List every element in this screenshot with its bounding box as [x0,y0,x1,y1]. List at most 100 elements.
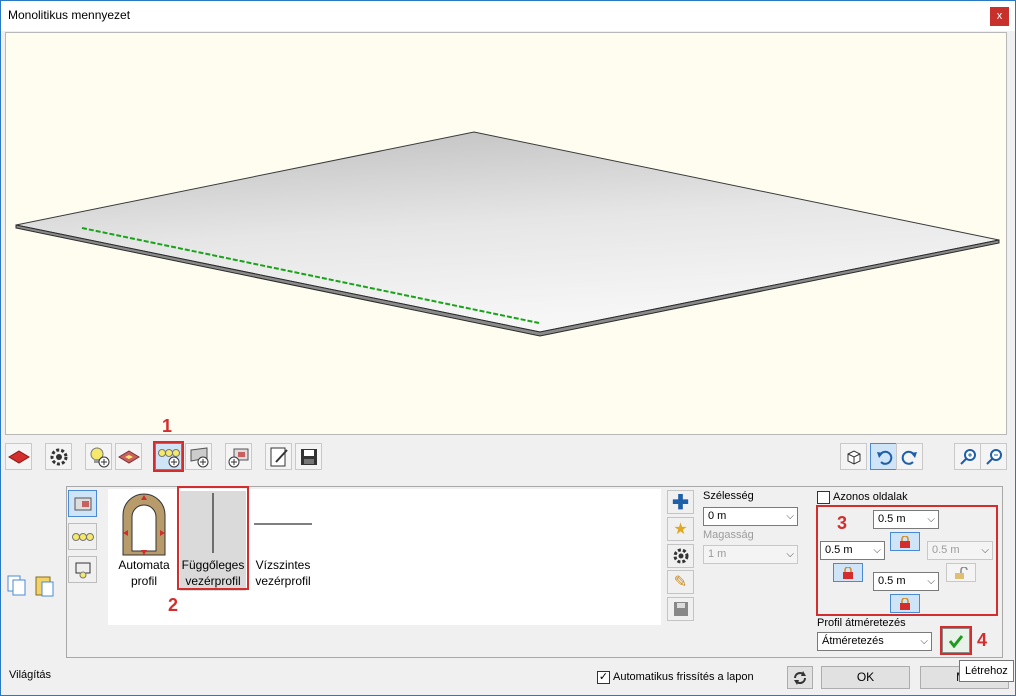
profile-automata[interactable]: Automata profil [111,489,177,589]
annotation-number-2: 2 [168,595,179,615]
auto-refresh-checkbox[interactable]: ✓ [597,671,610,684]
chevron-down-icon: ⌵ [981,545,989,556]
paste-icon [35,576,54,597]
gear-icon [673,548,688,564]
zoom-in-icon [959,448,976,465]
height-select: 1 m ⌵ [703,545,798,564]
annotation-number-3: 3 [837,513,848,533]
title-bar [1,1,1015,31]
edit-profile-button[interactable]: ✎ [667,570,694,594]
chevron-down-icon: ⌵ [786,549,794,560]
redo-button[interactable] [896,443,923,470]
save-profile-button[interactable] [667,597,694,621]
slab-view-button[interactable] [5,443,32,470]
top-lock-button[interactable] [890,532,920,551]
view-cube-button[interactable] [840,443,867,470]
close-button[interactable]: x [990,7,1009,26]
paste-button[interactable] [33,574,55,598]
profile-add-icon [190,446,208,467]
profile-fuggoleges[interactable]: Függőleges vezérprofil [180,491,246,591]
profile-fuggoleges-label: Függőleges vezérprofil [181,558,245,588]
lock-icon [900,535,910,548]
viewport-3d[interactable] [5,32,1007,435]
vertical-profile-icon [212,493,214,553]
left-offset-select[interactable]: 0.5 m ⌵ [820,541,885,560]
add-light-button[interactable] [85,443,112,470]
zoom-out-button[interactable] [980,443,1007,470]
lock-icon [900,597,910,610]
bottom-lock-button[interactable] [890,594,920,613]
profile-vizszintes[interactable]: Vízszintes vezérprofil [250,489,316,589]
zoom-out-icon [985,448,1002,465]
same-sides-checkbox[interactable] [817,491,830,504]
add-opening-button[interactable] [225,443,252,470]
left-lock-button[interactable] [833,563,863,582]
plus-icon: ✚ [672,491,689,514]
refresh-icon [794,671,806,685]
profile-settings-button[interactable] [667,544,694,568]
chevron-down-icon: ⌵ [927,514,935,525]
light-row-add-icon [157,448,180,467]
add-profile-list-button[interactable]: ✚ [667,490,694,514]
right-offset-select: 0.5 m ⌵ [927,541,993,560]
window-title: Monolitikus mennyezet [8,8,131,22]
same-sides-label: Azonos oldalak [833,491,908,503]
tab-light-opening[interactable] [68,556,97,583]
chevron-down-icon: ⌵ [873,545,881,556]
pencil-icon: ✎ [673,574,688,591]
settings-button[interactable] [45,443,72,470]
add-profile-button[interactable] [185,443,212,470]
add-light-row-button[interactable] [155,443,182,470]
profile-resize-label: Profil átméretezés [817,617,906,629]
zoom-in-button[interactable] [954,443,981,470]
refresh-button[interactable] [787,666,813,689]
bottom-offset-select[interactable]: 0.5 m ⌵ [873,572,939,591]
floppy-icon [673,602,688,616]
right-lock-button[interactable] [946,563,976,582]
floppy-icon [300,448,317,465]
height-label: Magasság [703,529,754,541]
lightbulb-add-icon [90,447,109,467]
profile-resize-select[interactable]: Átméretezés ⌵ [817,632,932,651]
undo-button[interactable] [870,443,897,470]
profile-automata-label: Automata profil [118,558,170,588]
edit-button[interactable] [265,443,292,470]
create-tooltip: Létrehoz [959,660,1014,682]
profile-vizszintes-label: Vízszintes vezérprofil [255,558,311,588]
cube-icon [847,449,860,465]
opening-add-icon [228,448,248,467]
favorite-button[interactable]: ★ [667,517,694,541]
top-offset-select[interactable]: 0.5 m ⌵ [873,510,939,529]
horizontal-profile-icon [254,523,312,525]
checkmark-icon [948,634,964,648]
gear-icon [50,448,67,465]
save-button[interactable] [295,443,322,470]
tab-lights[interactable] [68,523,97,550]
profile-tab-icon [74,497,91,510]
copy-icon [7,575,26,596]
annotation-number-1: 1 [162,416,173,436]
slab-light-icon [117,449,140,464]
slab-icon [7,449,30,464]
status-text: Világítás [9,669,51,681]
ceiling-slab-top [15,131,1000,333]
width-label: Szélesség [703,490,754,502]
chevron-down-icon: ⌵ [927,576,935,587]
auto-refresh-label: Automatikus frissítés a lapon [613,671,754,683]
lock-icon [843,566,853,579]
star-icon: ★ [673,521,688,538]
arch-profile-icon [122,493,166,556]
lights-tab-icon [71,532,94,541]
unlock-icon [955,566,968,579]
chevron-down-icon: ⌵ [920,636,928,647]
light-opening-icon [75,562,90,578]
ok-button[interactable]: OK [821,666,910,689]
annotation-number-4: 4 [977,630,988,650]
width-select[interactable]: 0 m ⌵ [703,507,798,526]
tab-profile[interactable] [68,490,97,517]
copy-button[interactable] [6,574,28,598]
create-button[interactable] [942,628,970,653]
slab-light-button[interactable] [115,443,142,470]
edit-document-icon [270,447,288,466]
chevron-down-icon: ⌵ [786,511,794,522]
